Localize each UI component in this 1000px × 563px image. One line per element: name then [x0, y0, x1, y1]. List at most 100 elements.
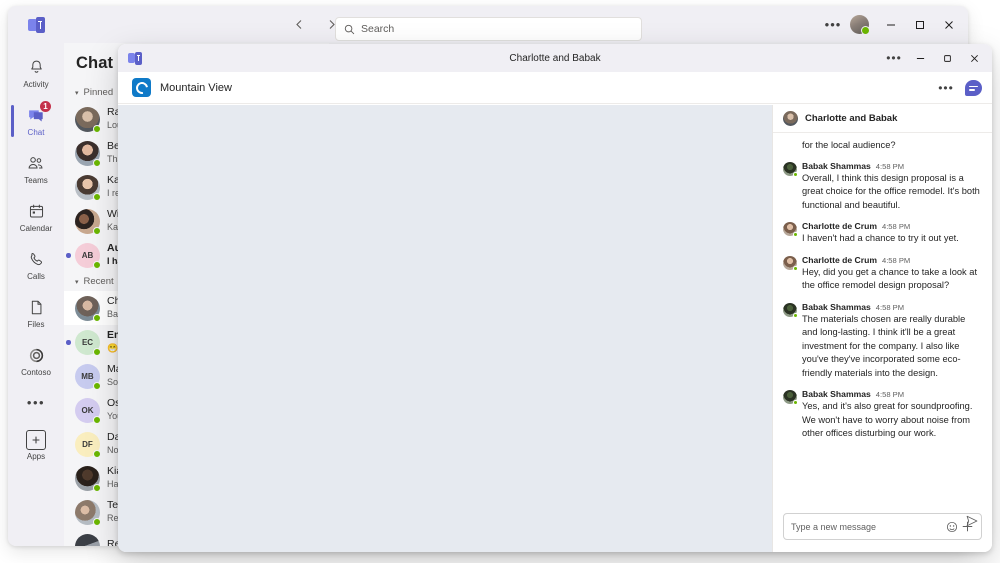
chat-message: Charlotte de Crum 4:58 PM Hey, did you get… [783, 255, 982, 293]
message-meta: Babak Shammas 4:58 PM [802, 389, 982, 399]
message-composer[interactable]: Type a new message [783, 513, 982, 540]
section-label-text: Pinned [83, 87, 114, 98]
search-icon [344, 24, 355, 35]
composer-input[interactable]: Type a new message [791, 522, 940, 532]
sidebar-item-label: Apps [26, 451, 46, 461]
presence-available-icon [93, 449, 101, 458]
message-text: The materials chosen are really durable … [802, 313, 966, 378]
main-window-controls: ••• [820, 6, 962, 43]
presence-available-icon [793, 312, 798, 318]
app-bar-actions: ••• [933, 75, 982, 101]
sidebar-item-chat[interactable]: 1 Chat [8, 97, 64, 145]
popout-body: Charlotte and Babak for the local audien… [118, 105, 992, 552]
popout-app-bar: Mountain View ••• [118, 72, 992, 104]
search-input[interactable]: Search [335, 17, 642, 41]
chat-message: Charlotte de Crum 4:58 PM I haven't had a … [783, 221, 982, 246]
group-avatar [783, 111, 798, 126]
presence-available-icon [793, 232, 798, 237]
presence-available-icon [93, 226, 101, 235]
popout-close-button[interactable] [961, 45, 988, 71]
avatar [75, 106, 101, 133]
close-button[interactable] [935, 12, 962, 38]
popout-more-button[interactable]: ••• [881, 45, 907, 71]
partial-message: for the local audience? [802, 140, 896, 150]
chevron-down-icon: ▾ [75, 89, 79, 97]
sidebar-item-label: Teams [24, 175, 48, 185]
messages-container: Babak Shammas 4:58 PM Overall, I think thi… [783, 161, 982, 441]
avatar-initials: DF [82, 439, 93, 449]
avatar: MB [75, 363, 101, 390]
main-more-button[interactable]: ••• [820, 12, 846, 38]
sidebar-item-activity[interactable]: Activity [8, 49, 64, 97]
avatar [75, 465, 101, 492]
message-author: Charlotte de Crum [802, 221, 877, 231]
bell-icon [28, 58, 45, 78]
sidebar-item-apps[interactable]: Apps [8, 421, 64, 469]
sidebar-item-contoso[interactable]: Contoso [8, 337, 64, 385]
popout-window-title: Charlotte and Babak [509, 52, 601, 64]
presence-available-icon [93, 192, 101, 201]
sidebar-item-teams[interactable]: Teams [8, 145, 64, 193]
message-meta: Babak Shammas 4:58 PM [802, 161, 982, 171]
avatar-initials: OK [81, 405, 94, 415]
message-author: Babak Shammas [802, 160, 871, 171]
calendar-icon [28, 202, 45, 222]
emoji-icon[interactable] [946, 521, 958, 533]
apps-plus-icon [26, 429, 46, 450]
page-title: Chat [76, 53, 114, 72]
app-more-button[interactable]: ••• [933, 75, 959, 101]
presence-available-icon [93, 517, 101, 526]
message-timestamp: 4:58 PM [881, 222, 911, 231]
chat-bubble-icon[interactable] [965, 79, 982, 96]
presence-available-icon [93, 483, 101, 492]
message-body: Charlotte de Crum 4:58 PM Hey, did you get… [802, 255, 982, 293]
message-timestamp: 4:58 PM [875, 390, 905, 399]
avatar: OK [75, 397, 101, 424]
message-text: Overall, I think this design proposal is… [802, 172, 980, 210]
chat-icon: 1 [27, 99, 52, 126]
app-name-label: Mountain View [160, 81, 232, 94]
avatar: DF [75, 431, 101, 458]
sidebar-item-calendar[interactable]: Calendar [8, 193, 64, 241]
side-chat-header: Charlotte and Babak [773, 105, 992, 133]
presence-available-icon [93, 260, 101, 269]
popout-window-controls: ••• [881, 44, 988, 72]
message-list[interactable]: for the local audience? Babak Shammas 4:5… [773, 133, 992, 505]
chat-message: Babak Shammas 4:58 PM Overall, I think thi… [783, 161, 982, 213]
message-meta: Charlotte de Crum 4:58 PM [802, 221, 959, 231]
message-timestamp: 4:58 PM [881, 255, 911, 265]
mountain-view-app-icon [132, 78, 151, 97]
message-body: Babak Shammas 4:58 PM The materials chosen… [802, 302, 982, 381]
chat-message: Babak Shammas 4:58 PM The materials chosen… [783, 302, 982, 381]
avatar-initials: EC [81, 337, 94, 347]
sidebar-item-files[interactable]: Files [8, 289, 64, 337]
sidebar-item-label: Chat [27, 127, 45, 137]
teams-logo-icon [8, 16, 64, 33]
avatar [75, 174, 101, 201]
presence-available-icon [93, 415, 101, 424]
avatar[interactable] [850, 15, 870, 35]
avatar [75, 295, 101, 322]
message-body: Charlotte de Crum 4:58 PM I haven't had a … [802, 221, 959, 246]
popout-restore-button[interactable] [934, 45, 961, 71]
chevron-left-icon[interactable] [288, 14, 310, 36]
presence-available-icon [93, 313, 101, 322]
minimize-button[interactable] [877, 12, 904, 38]
presence-available-icon [793, 265, 798, 271]
rail-more-button[interactable]: ••• [8, 385, 64, 419]
file-icon [28, 298, 45, 318]
teams-people-icon [27, 154, 45, 174]
avatar [75, 208, 101, 235]
popout-minimize-button[interactable] [907, 45, 934, 71]
presence-available-icon [93, 381, 101, 390]
send-icon[interactable] [960, 507, 984, 534]
avatar [783, 302, 798, 318]
sidebar-item-calls[interactable]: Calls [8, 241, 64, 289]
presence-available-icon [93, 124, 101, 133]
message-text: I haven't had a chance to try it out yet… [802, 233, 959, 243]
main-window-titlebar: Search ••• [8, 6, 968, 43]
maximize-button[interactable] [906, 12, 933, 38]
app-stage[interactable] [118, 105, 772, 552]
presence-available-icon [793, 400, 798, 405]
sidebar-item-label: Files [27, 319, 45, 329]
